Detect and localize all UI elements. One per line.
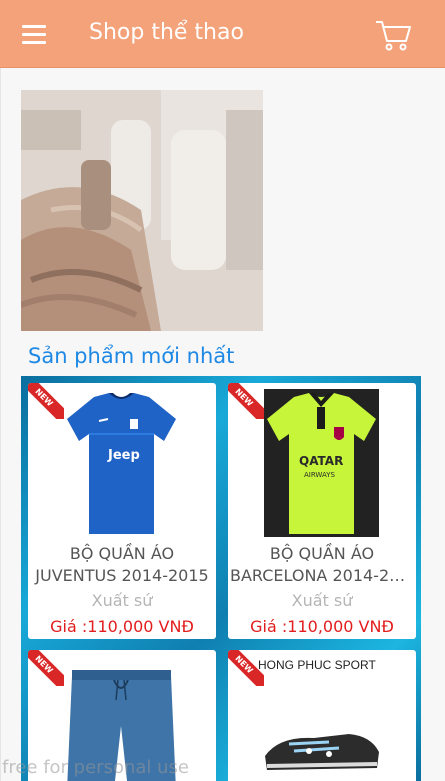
product-price: Giá :110,000 VNĐ — [250, 617, 394, 636]
hamburger-menu-icon[interactable] — [22, 25, 48, 45]
store-banner-image[interactable] — [21, 90, 263, 331]
new-badge: NEW — [28, 650, 64, 686]
product-card[interactable]: QATAR AIRWAYS NEW BỘ QUẦN ÁO BARCELONA 2… — [228, 383, 416, 639]
svg-text:Jeep: Jeep — [107, 448, 140, 463]
svg-text:QATAR: QATAR — [299, 454, 343, 468]
product-grid: Jeep NEW BỘ QUẦN ÁO JUVENTUS 2014-2015 X… — [21, 376, 421, 781]
juventus-jersey-image: Jeep — [64, 389, 179, 537]
new-badge: NEW — [228, 383, 264, 419]
product-card[interactable]: Jeep NEW BỘ QUẦN ÁO JUVENTUS 2014-2015 X… — [28, 383, 216, 639]
product-origin: Xuất sứ — [291, 591, 353, 610]
main-content: Sản phẩm mới nhất Jeep NEW BỘ QUẦN ÁO JU… — [0, 68, 445, 781]
new-badge: NEW — [228, 650, 264, 686]
app-bar: Shop thể thao — [0, 0, 445, 68]
sport-shoes-image — [259, 656, 385, 781]
shopping-cart-icon[interactable] — [374, 18, 412, 52]
product-name: BỘ QUẦN ÁO BARCELONA 2014-2015 — [230, 544, 416, 585]
barcelona-jersey-image: QATAR AIRWAYS — [264, 389, 379, 537]
watermark-text: free for personal use — [2, 757, 189, 778]
product-origin: Xuất sứ — [91, 591, 153, 610]
shop-brand-label: HONG PHUC SPORT — [258, 658, 376, 672]
product-card[interactable]: HONG PHUC SPORT NEW — [228, 650, 416, 781]
product-name: BỘ QUẦN ÁO JUVENTUS 2014-2015 — [35, 544, 209, 585]
product-price: Giá :110,000 VNĐ — [50, 617, 194, 636]
app-title: Shop thể thao — [89, 20, 244, 45]
svg-text:AIRWAYS: AIRWAYS — [304, 471, 335, 479]
section-title-latest-products: Sản phẩm mới nhất — [28, 344, 235, 368]
new-badge: NEW — [28, 383, 64, 419]
